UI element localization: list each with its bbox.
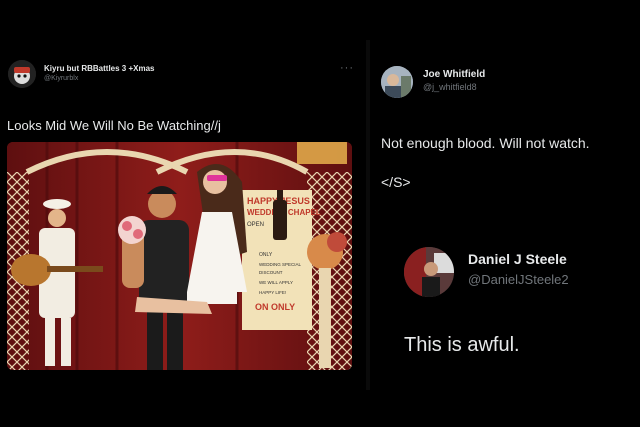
sign-note2: WEDDING SPECIAL	[259, 262, 302, 267]
avatar-daniel-steele[interactable]	[404, 247, 454, 297]
sign-note1: ONLY	[259, 252, 273, 258]
user-handle[interactable]: @Kiyrurblx	[44, 75, 78, 82]
tweet-kiyru: Kiyru but RBBattles 3 +Xmas @Kiyrurblx ·…	[0, 52, 362, 382]
sign-note5: HAPPY LIFE!	[259, 290, 286, 295]
tweet-media-image[interactable]: HAPPY JESUS WEDDING CHAPEL OPEN ONLY WED…	[7, 142, 352, 370]
more-options-icon[interactable]: ···	[340, 62, 354, 74]
display-name[interactable]: Daniel J Steele	[468, 251, 567, 267]
display-name[interactable]: Kiyru but RBBattles 3 +Xmas	[44, 64, 154, 73]
sign-line3: OPEN	[247, 222, 264, 228]
display-name[interactable]: Joe Whitfield	[423, 69, 485, 80]
reply-card: Daniel J Steele @DanielJSteele2 This is …	[384, 230, 634, 380]
avatar-joe-whitfield[interactable]	[381, 66, 413, 98]
tweet-text: Looks Mid We Will No Be Watching//j	[7, 118, 221, 133]
avatar-kiyru[interactable]	[8, 60, 36, 88]
reply-text: This is awful.	[404, 334, 520, 356]
sign-note3: DISCOUNT	[259, 270, 283, 275]
user-handle[interactable]: @j_whitfield8	[423, 82, 477, 92]
sign-footer: ON ONLY	[255, 302, 295, 312]
user-handle[interactable]: @DanielJSteele2	[468, 272, 569, 287]
tweet-text: Not enough blood. Will not watch.	[381, 135, 590, 151]
column-divider	[366, 40, 370, 390]
sarcasm-tag: </S>	[381, 174, 411, 190]
sign-note4: WE WILL APPLY	[259, 280, 293, 285]
